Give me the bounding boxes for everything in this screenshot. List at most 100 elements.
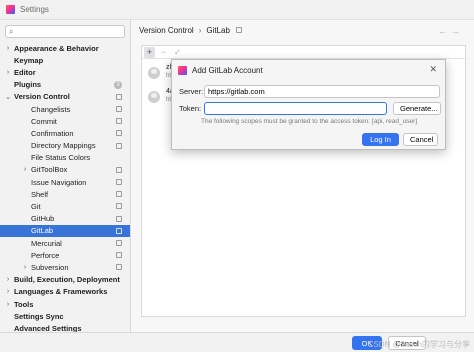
sidebar-item-label: Perforce xyxy=(31,250,60,260)
sidebar-item-git[interactable]: Git xyxy=(0,200,130,212)
project-scope-icon xyxy=(116,252,122,259)
chevron-right-icon[interactable]: › xyxy=(4,288,12,295)
sidebar-item-label: GitToolBox xyxy=(31,165,68,175)
sidebar-item-label: Plugins xyxy=(14,80,42,90)
accounts-toolbar: + − ✓ xyxy=(142,46,465,59)
sidebar-item-perforce[interactable]: Perforce xyxy=(0,249,130,261)
back-arrow-icon[interactable]: ← xyxy=(438,26,451,36)
chevron-right-icon[interactable]: › xyxy=(4,301,12,308)
project-scope-icon xyxy=(116,240,122,246)
sidebar-item-plugins[interactable]: Plugins 3 xyxy=(0,79,130,91)
history-nav: ←→ xyxy=(438,26,464,36)
chevron-right-icon[interactable]: › xyxy=(21,166,29,173)
app-logo-icon xyxy=(6,5,15,14)
sidebar-item-gitlab[interactable]: GitLab xyxy=(0,224,130,237)
token-label: Token: xyxy=(179,104,202,113)
sidebar-item-label: Appearance & Behavior xyxy=(14,43,99,53)
sidebar-item-label: Shelf xyxy=(31,189,49,199)
dialog-title: Add GitLab Account xyxy=(192,65,263,75)
sidebar-item-label: Keymap xyxy=(14,55,44,65)
sidebar-item-label: GitHub xyxy=(31,214,55,224)
sidebar-item-label: Settings Sync xyxy=(14,311,64,321)
token-scope-hint: The following scopes must be granted to … xyxy=(201,118,418,125)
sidebar-item-label: Mercurial xyxy=(31,238,62,248)
sidebar-item-label: Confirmation xyxy=(31,128,74,138)
server-row: Server: xyxy=(179,85,440,98)
chevron-down-icon[interactable]: ⌄ xyxy=(4,93,12,101)
sidebar-item-shelf[interactable]: Shelf xyxy=(0,188,130,200)
avatar xyxy=(148,91,160,103)
sidebar-item-label: File Status Colors xyxy=(31,153,91,163)
token-row: Token: Generate... xyxy=(179,102,441,115)
sidebar-item-subversion[interactable]: › Subversion xyxy=(0,261,130,273)
log-in-button[interactable]: Log In xyxy=(362,133,399,146)
set-default-button[interactable]: ✓ xyxy=(172,47,183,58)
sidebar-item-settings-sync[interactable]: Settings Sync xyxy=(0,310,130,322)
remove-account-button[interactable]: − xyxy=(158,47,169,58)
breadcrumb-parent[interactable]: Version Control xyxy=(139,26,194,35)
breadcrumb-separator: › xyxy=(198,25,202,35)
generate-button[interactable]: Generate... xyxy=(393,102,441,115)
chevron-right-icon[interactable]: › xyxy=(4,276,12,283)
sidebar-item-label: Issue Navigation xyxy=(31,177,87,187)
sidebar-item-languages-frameworks[interactable]: › Languages & Frameworks xyxy=(0,286,130,298)
sidebar-item-build-execution-deployment[interactable]: › Build, Execution, Deployment xyxy=(0,274,130,286)
search-icon: ⌕ xyxy=(9,26,14,36)
app-logo-icon xyxy=(178,65,187,75)
sidebar-item-file-status-colors[interactable]: File Status Colors xyxy=(0,152,130,164)
project-scope-icon xyxy=(116,179,122,186)
add-account-button[interactable]: + xyxy=(144,46,155,58)
sidebar-item-label: Languages & Frameworks xyxy=(14,287,108,297)
sidebar-item-tools[interactable]: › Tools xyxy=(0,298,130,310)
project-scope-icon xyxy=(116,264,122,271)
sidebar-item-label: Build, Execution, Deployment xyxy=(14,275,120,285)
dialog-title-bar: Add GitLab Account xyxy=(172,60,445,80)
watermark-text: CSDN @Jason的学习与分享 xyxy=(367,340,470,349)
sidebar-item-commit[interactable]: Commit xyxy=(0,115,130,127)
sidebar-item-label: Commit xyxy=(31,116,57,126)
project-scope-icon xyxy=(116,215,122,222)
settings-sidebar: ⌕ › Appearance & Behavior Keymap › Editor Plu… xyxy=(0,20,131,335)
settings-tree: › Appearance & Behavior Keymap › Editor Plugi… xyxy=(0,42,130,335)
project-scope-icon xyxy=(116,203,122,210)
project-scope-icon xyxy=(116,166,122,173)
project-scope-icon xyxy=(116,227,122,234)
chevron-right-icon[interactable]: › xyxy=(4,45,12,52)
breadcrumb-current: GitLab xyxy=(206,25,230,35)
project-scope-icon xyxy=(116,118,122,125)
sidebar-item-label: Changelists xyxy=(31,104,71,114)
avatar xyxy=(148,67,160,79)
project-scope-icon xyxy=(116,191,122,198)
forward-arrow-icon[interactable]: → xyxy=(451,26,464,36)
chevron-right-icon[interactable]: › xyxy=(21,264,29,271)
settings-search[interactable]: ⌕ xyxy=(5,25,125,38)
sidebar-item-issue-navigation[interactable]: Issue Navigation xyxy=(0,176,130,188)
token-field[interactable] xyxy=(204,102,387,115)
update-count-badge: 3 xyxy=(114,80,122,89)
project-scope-icon xyxy=(116,130,122,137)
sidebar-item-directory-mappings[interactable]: Directory Mappings xyxy=(0,140,130,152)
sidebar-item-editor[interactable]: › Editor xyxy=(0,66,130,78)
title-bar: Settings xyxy=(0,0,474,20)
dialog-cancel-button[interactable]: Cancel xyxy=(403,133,438,146)
sidebar-item-label: Editor xyxy=(14,67,36,77)
sidebar-item-version-control[interactable]: ⌄ Version Control xyxy=(0,91,130,103)
search-input[interactable] xyxy=(16,27,124,36)
chevron-right-icon[interactable]: › xyxy=(4,69,12,76)
sidebar-item-confirmation[interactable]: Confirmation xyxy=(0,127,130,139)
sidebar-item-label: Tools xyxy=(14,299,34,309)
project-scope-icon xyxy=(116,142,122,149)
server-field[interactable] xyxy=(204,85,440,98)
sidebar-item-gittoolbox[interactable]: › GitToolBox xyxy=(0,164,130,176)
close-icon[interactable]: ✕ xyxy=(429,64,437,75)
sidebar-item-changelists[interactable]: Changelists xyxy=(0,103,130,115)
sidebar-item-keymap[interactable]: Keymap xyxy=(0,54,130,66)
sidebar-item-github[interactable]: GitHub xyxy=(0,213,130,225)
sidebar-item-label: Version Control xyxy=(14,92,70,102)
sidebar-item-mercurial[interactable]: Mercurial xyxy=(0,237,130,249)
window-title: Settings xyxy=(20,5,49,14)
project-scope-icon xyxy=(116,93,122,100)
sidebar-item-appearance-behavior[interactable]: › Appearance & Behavior xyxy=(0,42,130,54)
server-label: Server: xyxy=(179,87,204,96)
breadcrumb: Version Control › GitLab ←→ xyxy=(131,20,474,40)
